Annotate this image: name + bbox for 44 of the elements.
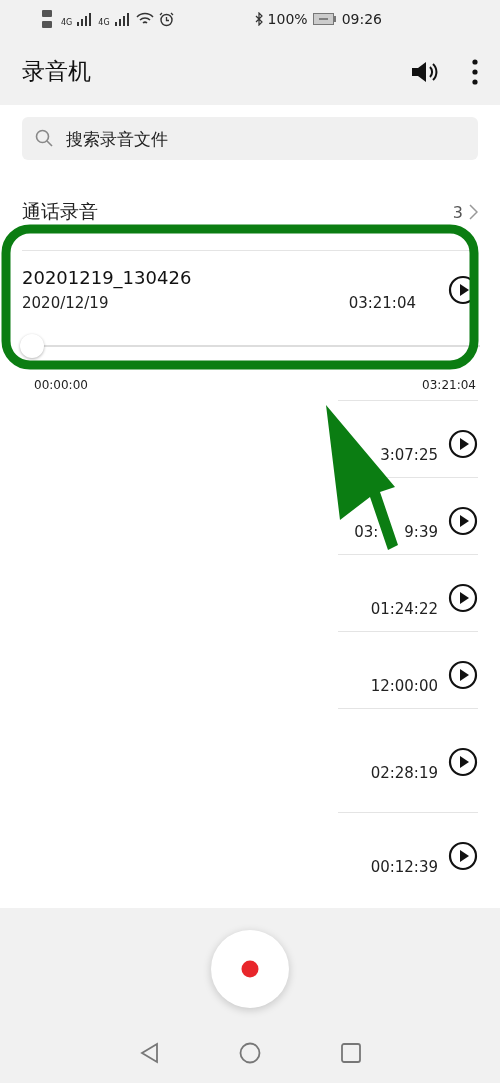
recording-duration: 03: — [354, 523, 379, 541]
search-field[interactable]: 搜索录音文件 — [22, 117, 478, 160]
search-icon — [35, 129, 53, 147]
play-icon[interactable] — [448, 506, 478, 536]
home-button[interactable] — [239, 1042, 261, 1064]
elapsed-time: 00:00:00 — [34, 378, 88, 392]
play-icon[interactable] — [448, 660, 478, 690]
signal-icon — [114, 12, 131, 26]
recording-duration: 12:00:00 — [370, 677, 438, 695]
recents-button[interactable] — [341, 1043, 361, 1063]
slider-thumb[interactable] — [20, 334, 44, 358]
play-icon[interactable] — [448, 583, 478, 613]
speaker-icon[interactable] — [410, 59, 440, 84]
progress-slider[interactable] — [22, 334, 480, 358]
record-icon — [241, 960, 259, 978]
recording-duration: 9:39 — [404, 523, 438, 541]
wifi-icon — [135, 12, 154, 26]
recording-duration: 00:12:39 — [370, 858, 438, 876]
more-icon[interactable] — [472, 58, 478, 85]
alarm-icon — [158, 11, 174, 27]
chevron-icon — [469, 204, 478, 220]
recording-duration: 03:21:04 — [348, 294, 416, 312]
section-count[interactable]: 3 — [452, 202, 478, 222]
recording-row[interactable]: 02:28:19 — [338, 708, 478, 812]
bluetooth-icon — [254, 12, 263, 26]
section-title: 通话录音 — [22, 199, 98, 224]
play-icon[interactable] — [448, 429, 478, 459]
battery-icon — [312, 13, 337, 25]
recording-name: 20201219_130426 — [22, 267, 193, 288]
play-icon[interactable] — [448, 841, 478, 871]
network-label: 4G — [61, 18, 73, 27]
network-label: 4G — [98, 18, 110, 27]
recording-duration: 3:07:25 — [380, 446, 438, 464]
recording-duration: 01:24:22 — [370, 600, 438, 618]
record-button[interactable] — [211, 930, 289, 1008]
clock: 09:26 — [341, 11, 382, 27]
recording-date: 2020/12/19 — [22, 294, 109, 312]
total-time: 03:21:04 — [422, 378, 476, 392]
play-icon[interactable] — [448, 747, 478, 777]
battery-percent: 100% — [267, 11, 308, 27]
back-button[interactable] — [139, 1042, 159, 1064]
app-title: 录音机 — [22, 57, 91, 86]
signal-icon — [77, 12, 94, 26]
recording-duration: 02:28:19 — [370, 764, 438, 782]
